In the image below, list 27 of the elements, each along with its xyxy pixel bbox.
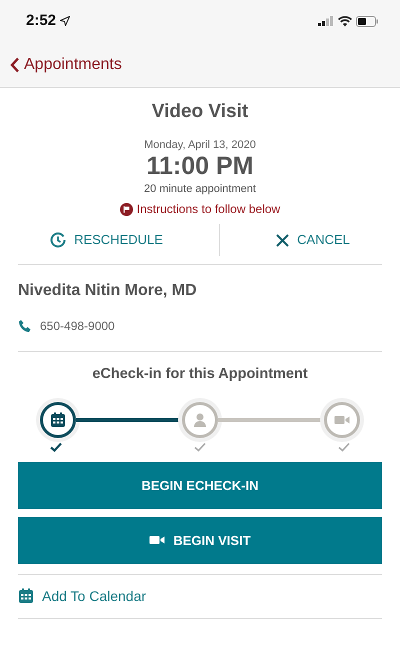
- provider-name: Nivedita Nitin More, MD: [18, 281, 198, 301]
- add-to-calendar-link[interactable]: Add To Calendar: [18, 586, 146, 607]
- notice-text: Instructions to follow below: [136, 201, 280, 218]
- phone-icon: [18, 319, 32, 333]
- person-icon: [192, 412, 208, 428]
- status-time: 2:52: [26, 10, 56, 31]
- echeck-title: eCheck-in for this Appointment: [91, 365, 309, 384]
- location-arrow-icon: [60, 16, 70, 26]
- visit-title: Video Visit: [152, 100, 248, 124]
- clock-icon: [50, 232, 66, 248]
- back-link[interactable]: Appointments: [10, 52, 122, 76]
- calendar-icon: [50, 412, 66, 428]
- cancel-button[interactable]: CANCEL: [268, 226, 358, 254]
- signal-icon: [318, 16, 334, 26]
- appointment-time: 11:00 PM: [146, 153, 254, 180]
- reschedule-button[interactable]: RESCHEDULE: [42, 226, 171, 254]
- flag-icon: [120, 202, 133, 216]
- phone-number[interactable]: 650-498-9000: [40, 317, 115, 335]
- begin-echeck-in-button[interactable]: BEGIN ECHECK-IN: [18, 462, 382, 509]
- appointment-duration: 20 minute appointment: [144, 182, 256, 196]
- begin-visit-button[interactable]: BEGIN VISIT: [18, 516, 382, 564]
- chevron-left-icon: [10, 56, 20, 72]
- calendar-icon: [18, 588, 34, 604]
- close-icon: [276, 234, 290, 246]
- wifi-icon: [338, 16, 352, 26]
- battery-icon: [356, 16, 378, 26]
- appointment-date: Monday, April 13, 2020: [144, 138, 256, 152]
